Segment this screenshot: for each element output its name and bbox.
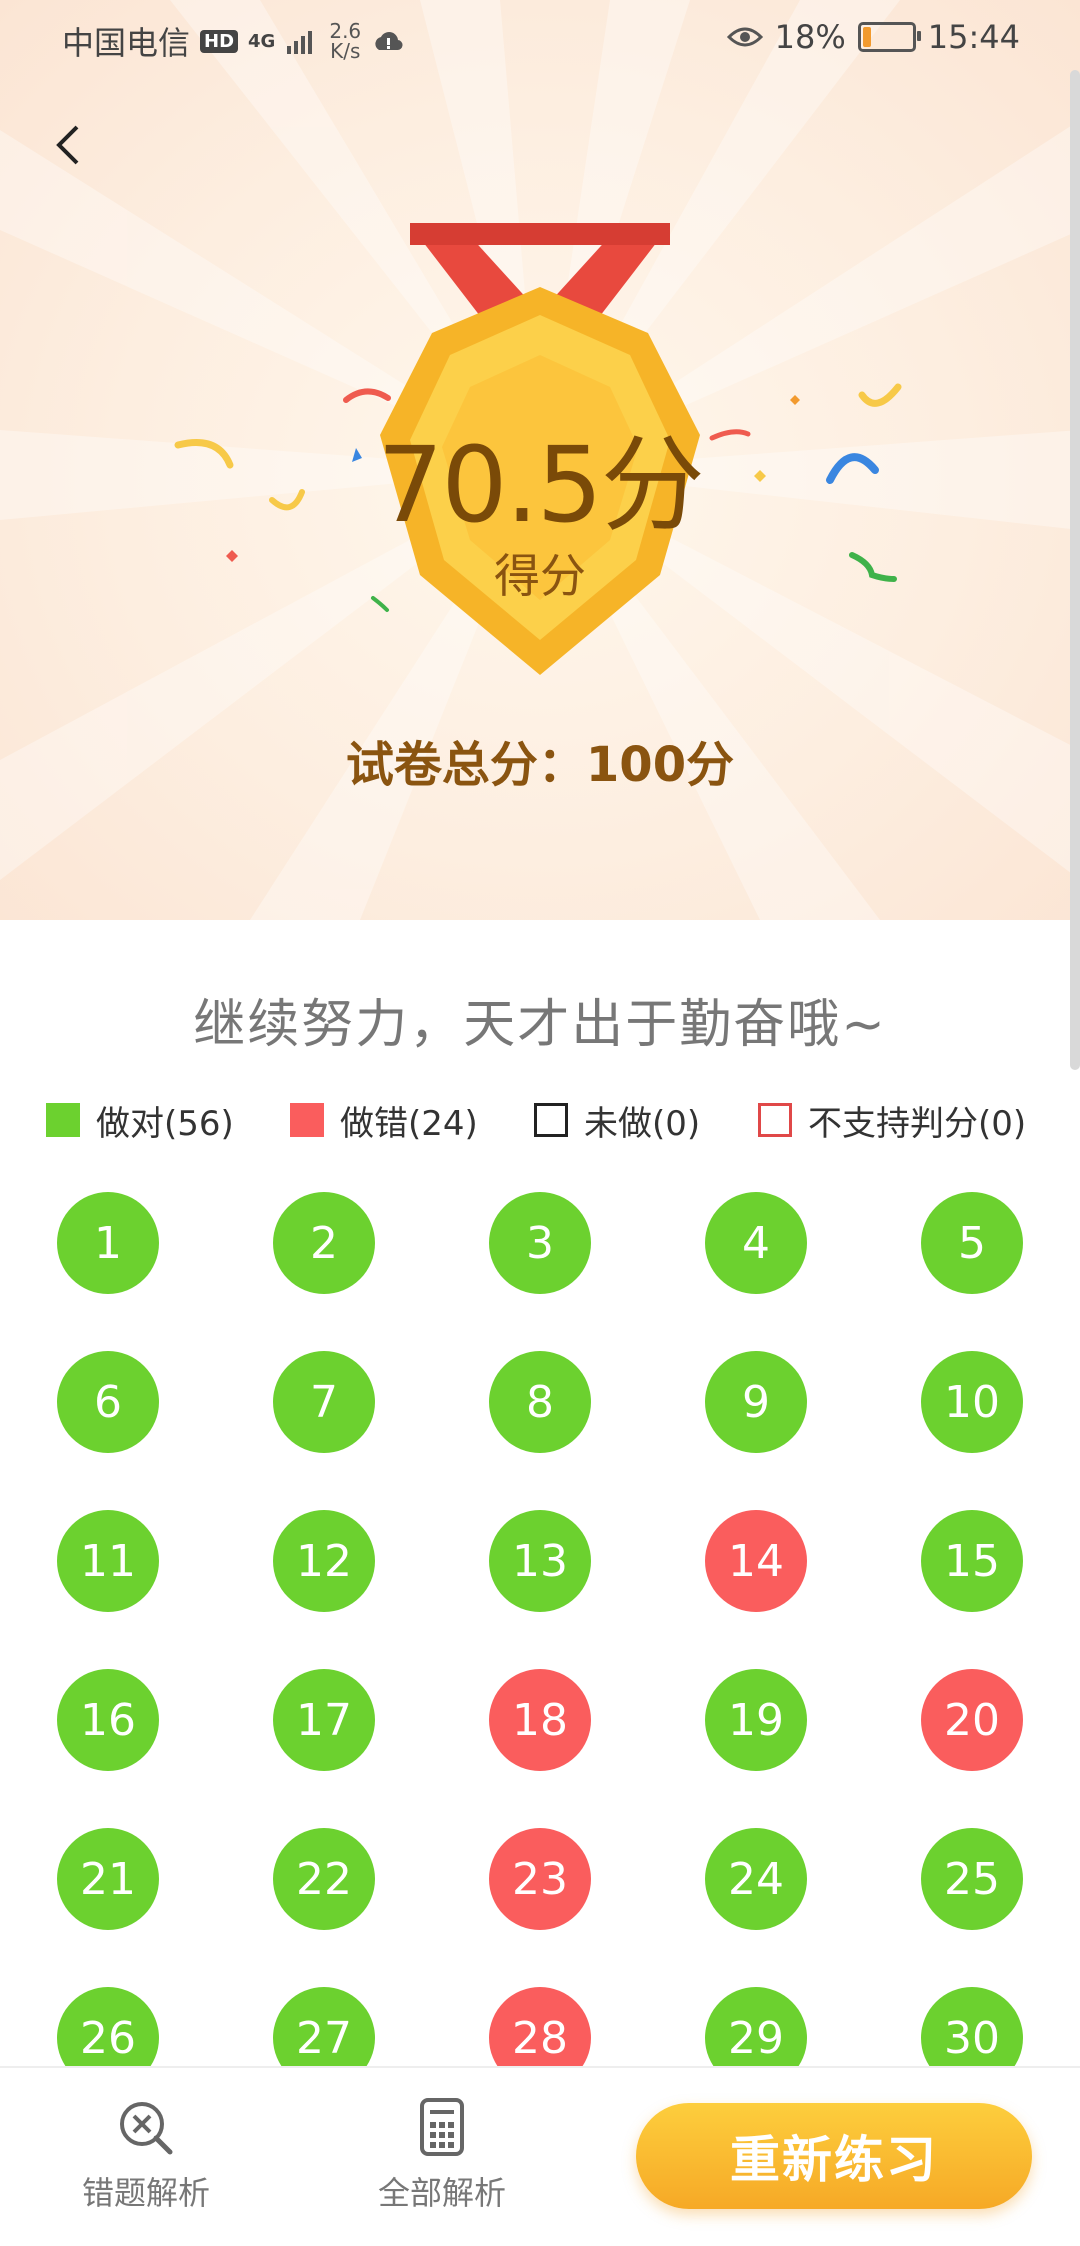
- carrier-name: 中国电信: [62, 24, 191, 62]
- eye-icon: [726, 27, 763, 47]
- question-15-button[interactable]: 15: [921, 1510, 1023, 1612]
- question-7-button[interactable]: 7: [273, 1351, 375, 1453]
- question-30-button[interactable]: 30: [921, 1987, 1023, 2072]
- network-type: 4G: [248, 30, 276, 52]
- legend-undone: 未做(0): [534, 1096, 700, 1145]
- network-speed: 2.6 K/s: [329, 19, 362, 63]
- correct-swatch: [46, 1103, 80, 1137]
- scrollbar[interactable]: [1070, 70, 1080, 1070]
- question-25-button[interactable]: 25: [921, 1828, 1023, 1930]
- search-wrong-icon: [120, 2102, 173, 2155]
- question-grid: 1 2 3 4 5 6 7 8 9 10 11 12 13 14 15 16 17 18 19 20 21 22 23 24 2…: [0, 1192, 1080, 2072]
- retry-button[interactable]: 重新练习: [636, 2103, 1032, 2209]
- back-button[interactable]: [44, 115, 90, 175]
- question-9-button[interactable]: 9: [705, 1351, 807, 1453]
- question-17-button[interactable]: 17: [273, 1669, 375, 1771]
- question-23-button[interactable]: 23: [489, 1828, 591, 1930]
- question-13-button[interactable]: 13: [489, 1510, 591, 1612]
- question-1-button[interactable]: 1: [57, 1192, 159, 1294]
- question-8-button[interactable]: 8: [489, 1351, 591, 1453]
- question-24-button[interactable]: 24: [705, 1828, 807, 1930]
- wrong-analysis-tab[interactable]: 错题解析: [46, 2098, 246, 2214]
- question-19-button[interactable]: 19: [705, 1669, 807, 1771]
- legend: 做对(56) 做错(24) 未做(0) 不支持判分(0): [0, 1090, 1080, 1150]
- question-3-button[interactable]: 3: [489, 1192, 591, 1294]
- wrong-swatch: [290, 1103, 324, 1137]
- question-20-button[interactable]: 20: [921, 1669, 1023, 1771]
- legend-unsupported-label: 不支持判分(0): [808, 1103, 1027, 1144]
- hd-badge: HD: [200, 29, 239, 53]
- question-10-button[interactable]: 10: [921, 1351, 1023, 1453]
- question-16-button[interactable]: 16: [57, 1669, 159, 1771]
- chevron-left-icon: [56, 125, 79, 165]
- legend-correct-label: 做对(56): [96, 1103, 234, 1144]
- question-11-button[interactable]: 11: [57, 1510, 159, 1612]
- question-22-button[interactable]: 22: [273, 1828, 375, 1930]
- legend-wrong: 做错(24): [290, 1096, 478, 1145]
- all-analysis-tab[interactable]: 全部解析: [342, 2098, 542, 2214]
- question-14-button[interactable]: 14: [705, 1510, 807, 1612]
- legend-wrong-label: 做错(24): [340, 1103, 478, 1144]
- status-bar: 中国电信 HD 4G 2.6 K/s 18% 15:44: [0, 0, 1080, 80]
- legend-undone-label: 未做(0): [584, 1103, 701, 1144]
- question-2-button[interactable]: 2: [273, 1192, 375, 1294]
- clock: 15:44: [927, 18, 1020, 56]
- question-6-button[interactable]: 6: [57, 1351, 159, 1453]
- score-value: 70.5分: [377, 424, 705, 546]
- question-27-button[interactable]: 27: [273, 1987, 375, 2072]
- question-28-button[interactable]: 28: [489, 1987, 591, 2072]
- question-5-button[interactable]: 5: [921, 1192, 1023, 1294]
- battery-icon: [857, 22, 921, 52]
- all-analysis-label: 全部解析: [377, 2174, 506, 2212]
- unsupported-swatch: [758, 1103, 792, 1137]
- question-4-button[interactable]: 4: [705, 1192, 807, 1294]
- question-18-button[interactable]: 18: [489, 1669, 591, 1771]
- legend-unsupported: 不支持判分(0): [758, 1096, 1026, 1145]
- signal-icon: [287, 31, 313, 54]
- wrong-analysis-label: 错题解析: [81, 2174, 210, 2212]
- question-21-button[interactable]: 21: [57, 1828, 159, 1930]
- legend-correct: 做对(56): [46, 1096, 234, 1145]
- document-icon: [420, 2098, 464, 2156]
- total-score: 试卷总分：100分: [345, 737, 735, 793]
- question-29-button[interactable]: 29: [705, 1987, 807, 2072]
- encouragement-text: 继续努力，天才出于勤奋哦~: [193, 995, 887, 1055]
- bottom-bar: 错题解析 全部解析 重新练习: [0, 2066, 1080, 2246]
- question-12-button[interactable]: 12: [273, 1510, 375, 1612]
- battery-percent: 18%: [774, 18, 846, 56]
- question-26-button[interactable]: 26: [57, 1987, 159, 2072]
- cloud-alert-icon: [375, 32, 403, 51]
- score-label: 得分: [494, 549, 586, 603]
- undone-swatch: [534, 1103, 568, 1137]
